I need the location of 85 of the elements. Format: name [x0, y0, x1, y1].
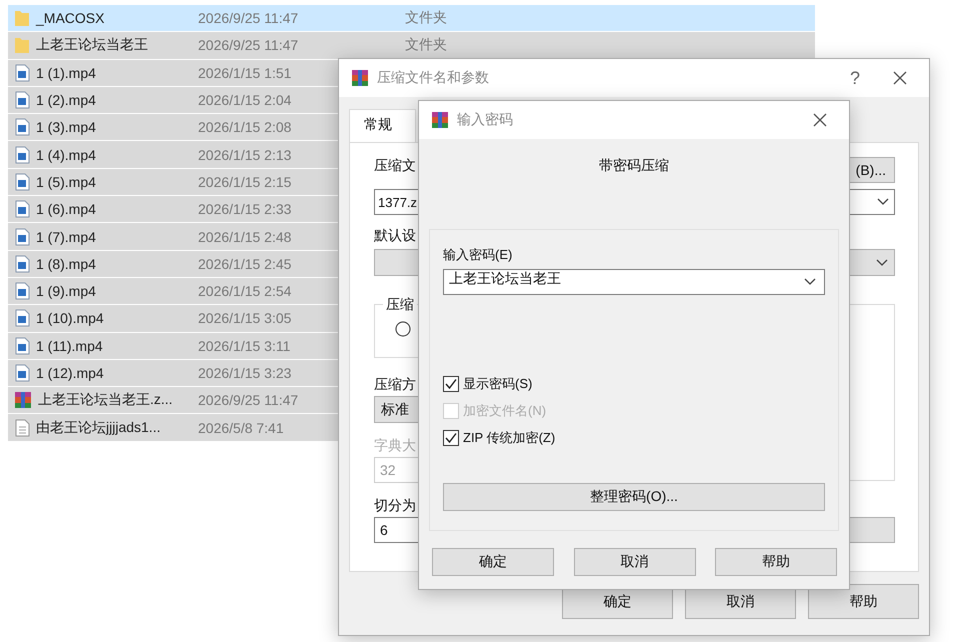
dialog-button[interactable]: 取消	[574, 548, 696, 576]
file-date: 2026/1/15 2:04	[198, 92, 292, 108]
field-label: 输入密码(E)	[443, 246, 512, 264]
video-file-icon	[14, 146, 30, 164]
file-date: 2026/1/15 3:11	[198, 338, 290, 354]
file-name: 上老王论坛当老王.z...	[38, 391, 173, 410]
video-file-icon	[14, 364, 30, 382]
file-date: 2026/1/15 2:13	[198, 146, 292, 163]
file-date: 2026/1/15 2:48	[198, 228, 292, 245]
file-name: 1 (11).mp4	[36, 338, 103, 354]
dialog-button[interactable]: 确定	[432, 548, 554, 576]
file-date: 2026/1/15 2:33	[198, 201, 292, 218]
file-name: 1 (1).mp4	[36, 64, 96, 81]
file-date: 2026/1/15 2:45	[198, 256, 292, 272]
file-name: 1 (4).mp4	[36, 146, 96, 163]
file-date: 2026/1/15 2:15	[198, 174, 292, 190]
dialog-button[interactable]: 帮助	[715, 548, 837, 576]
radio-button[interactable]	[395, 321, 411, 337]
video-file-icon	[14, 309, 30, 328]
video-file-icon	[14, 200, 30, 218]
file-name: 1 (7).mp4	[36, 228, 96, 245]
file-date: 2026/9/25 11:47	[198, 37, 298, 54]
check-icon	[445, 432, 457, 444]
archive-icon	[431, 111, 449, 129]
checkbox-label: 加密文件名(N)	[463, 402, 546, 420]
check-icon	[445, 378, 457, 390]
tab[interactable]: 常规	[349, 109, 416, 142]
file-type: 文件夹	[405, 36, 447, 54]
group-label: 压缩	[383, 296, 417, 314]
field-label: 字典大	[374, 437, 416, 455]
checkbox[interactable]	[443, 430, 459, 446]
file-date: 2026/1/15 1:51	[198, 64, 292, 81]
file-name: 由老王论坛jjjjads1...	[36, 418, 160, 437]
window-title: 输入密码	[457, 111, 514, 129]
dialog-button[interactable]: 帮助	[808, 584, 919, 619]
file-row[interactable]: 上老王论坛当老王 2026/9/25 11:47 文件夹	[8, 32, 815, 60]
archive-icon	[14, 391, 32, 410]
file-name: 1 (8).mp4	[36, 256, 96, 272]
file-date: 2026/9/25 11:47	[198, 10, 298, 26]
checkbox-label: 显示密码(S)	[463, 375, 532, 393]
video-file-icon	[14, 172, 30, 191]
folder-icon	[14, 36, 30, 54]
checkbox[interactable]	[443, 376, 459, 392]
chevron-icon	[876, 258, 888, 266]
file-date: 2026/1/15 2:54	[198, 283, 292, 300]
file-date: 2026/1/15 2:08	[198, 119, 292, 136]
field-label: 压缩方	[374, 376, 416, 394]
password-field[interactable]: 上老王论坛当老王	[443, 269, 825, 295]
file-name: 1 (9).mp4	[36, 283, 96, 300]
file-date: 2026/9/25 11:47	[198, 392, 298, 408]
chevron-icon	[877, 198, 889, 206]
dialog-heading: 带密码压缩	[599, 157, 669, 173]
file-name: 1 (12).mp4	[36, 365, 104, 381]
file-name: 1 (10).mp4	[36, 310, 104, 326]
file-name: 1 (2).mp4	[36, 92, 96, 108]
file-name: 1 (5).mp4	[36, 174, 96, 190]
text-file-icon	[14, 418, 30, 437]
video-file-icon	[14, 254, 30, 273]
window-title: 压缩文件名和参数	[377, 69, 490, 87]
file-name: 1 (6).mp4	[36, 201, 96, 218]
file-name: 1 (3).mp4	[36, 119, 96, 136]
field-label: 切分为	[374, 497, 416, 515]
video-file-icon	[14, 118, 30, 136]
file-date: 2026/5/8 7:41	[198, 420, 284, 436]
field-label: 压缩文	[374, 157, 416, 175]
file-type: 文件夹	[405, 9, 447, 28]
video-file-icon	[14, 282, 30, 300]
checkbox-label: ZIP 传统加密(Z)	[463, 429, 556, 447]
field-label: 默认设	[374, 227, 416, 245]
video-file-icon	[14, 336, 30, 355]
folder-icon	[14, 9, 30, 28]
file-date: 2026/1/15 3:23	[198, 365, 292, 381]
video-file-icon	[14, 228, 30, 246]
chevron-icon	[804, 278, 816, 286]
file-name: _MACOSX	[36, 10, 104, 26]
organize-passwords-button[interactable]: 整理密码(O)...	[443, 483, 825, 511]
video-file-icon	[14, 91, 30, 110]
help-button[interactable]: ?	[835, 68, 875, 88]
close-icon[interactable]	[893, 71, 907, 85]
close-icon[interactable]	[813, 113, 827, 127]
file-date: 2026/1/15 3:05	[198, 310, 292, 326]
file-name: 上老王论坛当老王	[36, 36, 148, 54]
video-file-icon	[14, 64, 30, 82]
archive-icon	[351, 69, 369, 87]
file-row[interactable]: _MACOSX 2026/9/25 11:47 文件夹	[8, 5, 815, 32]
